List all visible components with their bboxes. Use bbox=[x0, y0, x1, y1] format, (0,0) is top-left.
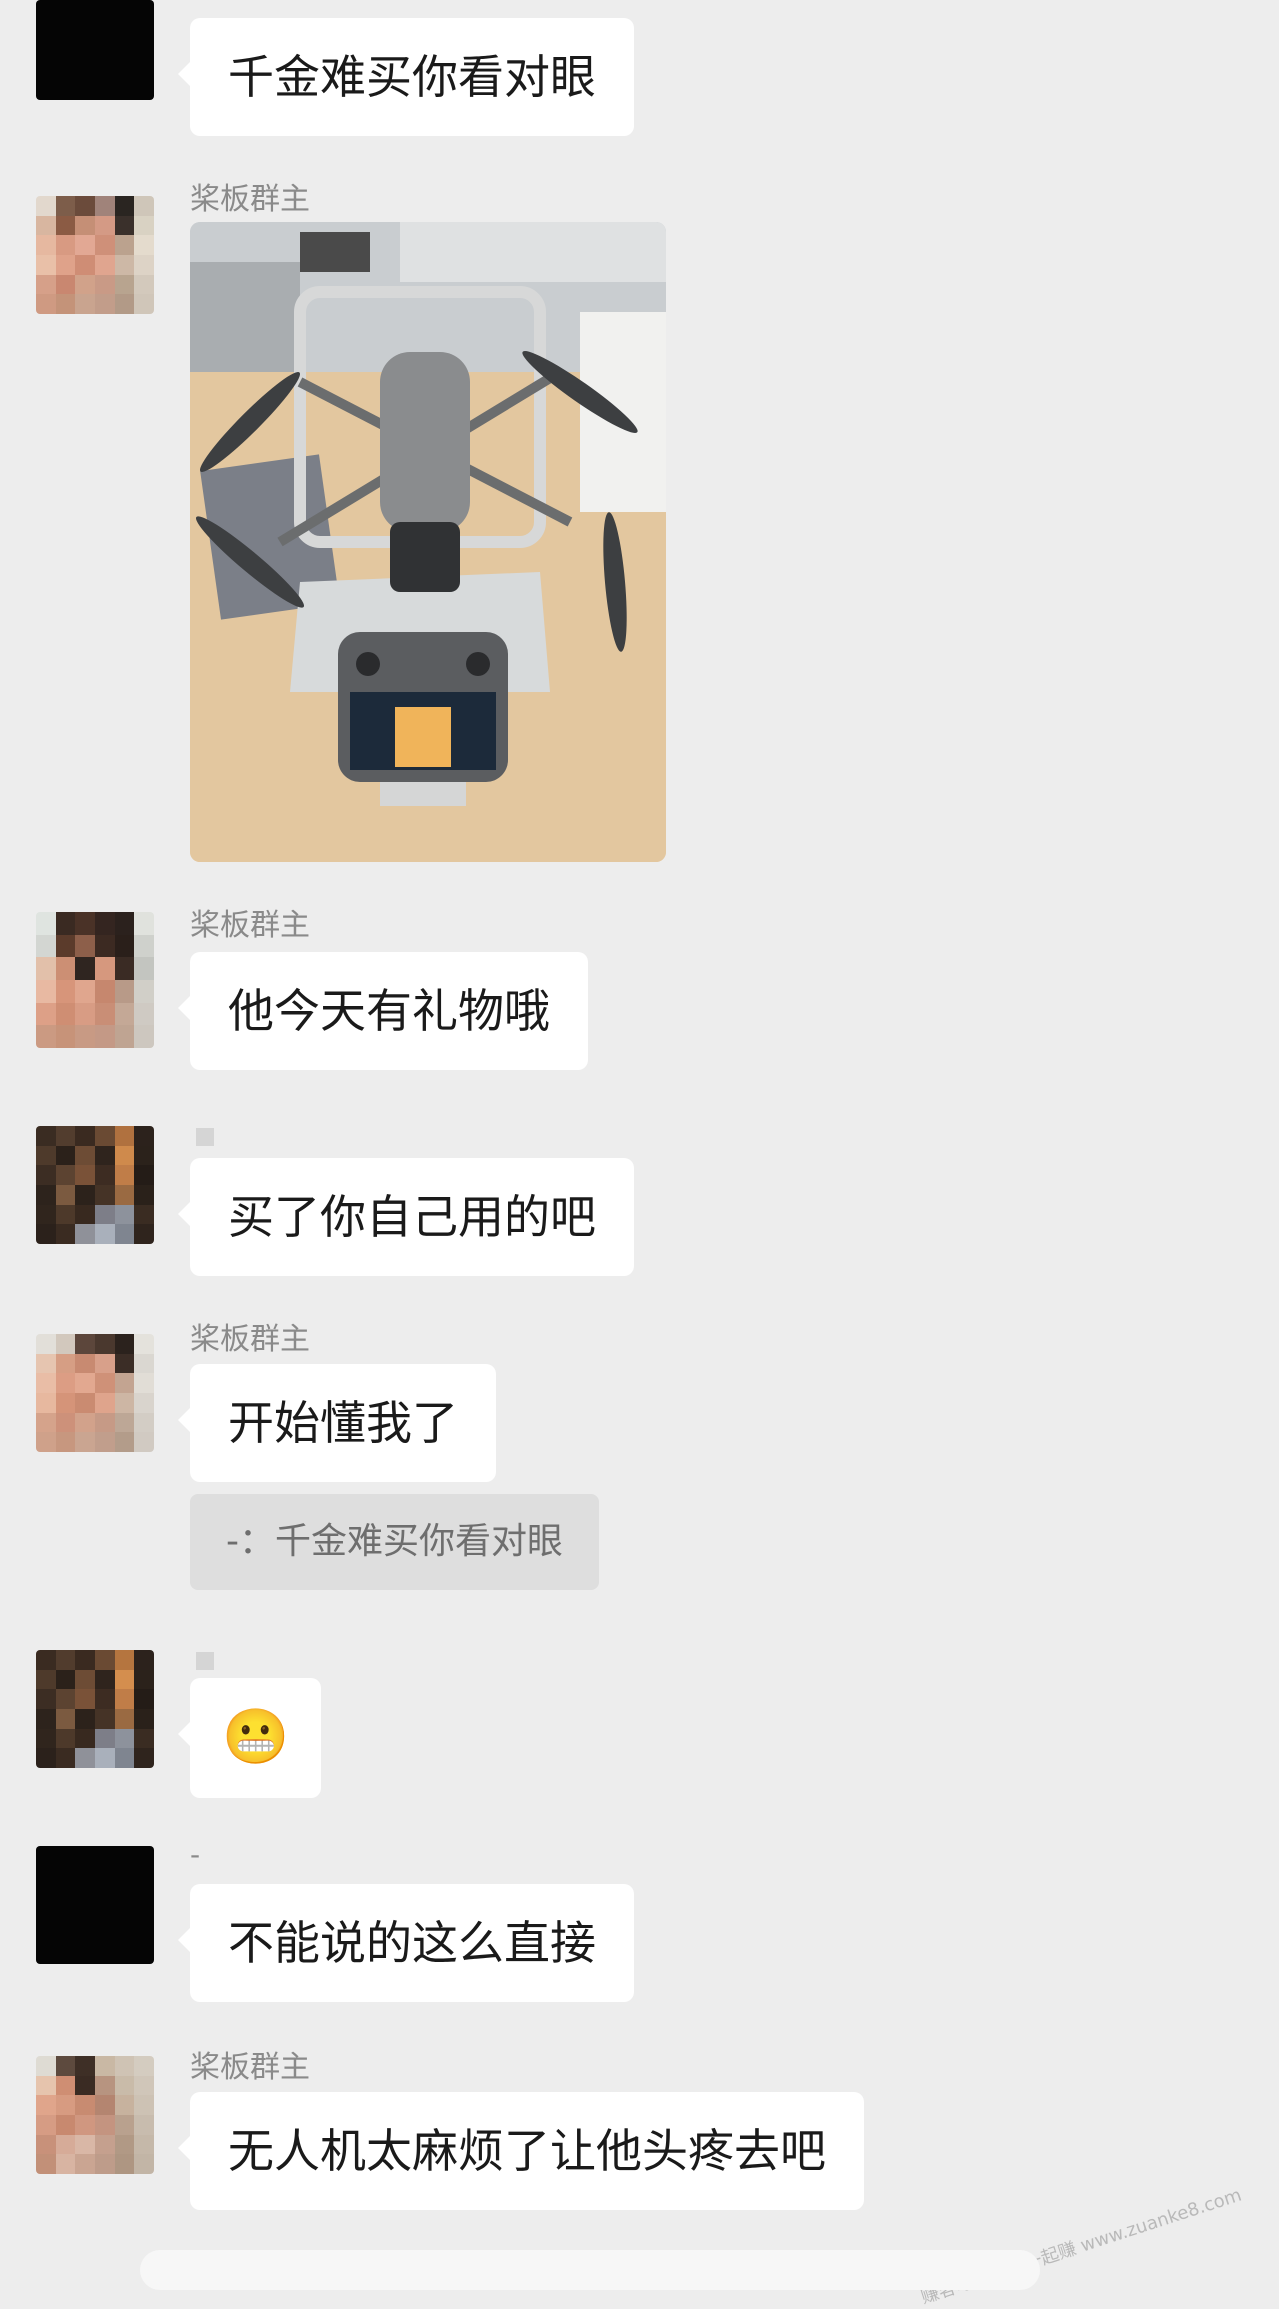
message-bubble[interactable]: 买了你自己用的吧 bbox=[178, 1158, 634, 1276]
avatar[interactable] bbox=[36, 196, 154, 314]
avatar[interactable] bbox=[36, 0, 154, 100]
message-text: 买了你自己用的吧 bbox=[228, 1190, 596, 1244]
avatar[interactable] bbox=[36, 912, 154, 1048]
sender-name: 桨板群主 bbox=[190, 908, 310, 943]
message-bubble[interactable]: 无人机太麻烦了让他头疼去吧 bbox=[178, 2092, 864, 2210]
message-text: 千金难买你看对眼 bbox=[228, 50, 596, 104]
quote-text: -：千金难买你看对眼 bbox=[226, 1521, 563, 1562]
message-bubble[interactable]: 他今天有礼物哦 bbox=[178, 952, 588, 1070]
sender-placeholder bbox=[196, 1652, 214, 1670]
sender-name: 桨板群主 bbox=[190, 182, 310, 217]
sender-name: - bbox=[190, 1838, 201, 1871]
drone-photo[interactable] bbox=[190, 222, 666, 862]
message-text: 他今天有礼物哦 bbox=[228, 984, 550, 1038]
grimace-emoji: 😬 bbox=[222, 1705, 290, 1768]
input-bar[interactable] bbox=[140, 2250, 1040, 2290]
sender-placeholder bbox=[196, 1128, 214, 1146]
message-text: 不能说的这么直接 bbox=[228, 1916, 596, 1970]
sender-name: 桨板群主 bbox=[190, 1322, 310, 1357]
quoted-message[interactable]: -：千金难买你看对眼 bbox=[190, 1494, 599, 1590]
avatar[interactable] bbox=[36, 1846, 154, 1964]
message-bubble[interactable]: 千金难买你看对眼 bbox=[178, 18, 634, 136]
message-text: 无人机太麻烦了让他头疼去吧 bbox=[228, 2124, 826, 2178]
message-bubble[interactable]: 开始懂我了 bbox=[178, 1364, 496, 1482]
avatar[interactable] bbox=[36, 1126, 154, 1244]
sender-name: 桨板群主 bbox=[190, 2050, 310, 2085]
drone-image bbox=[190, 222, 666, 862]
message-text: 开始懂我了 bbox=[228, 1396, 458, 1450]
message-bubble[interactable]: 不能说的这么直接 bbox=[178, 1884, 634, 2002]
message-bubble[interactable]: 😬 bbox=[177, 1678, 322, 1798]
avatar[interactable] bbox=[36, 2056, 154, 2174]
avatar[interactable] bbox=[36, 1334, 154, 1452]
avatar[interactable] bbox=[36, 1650, 154, 1768]
